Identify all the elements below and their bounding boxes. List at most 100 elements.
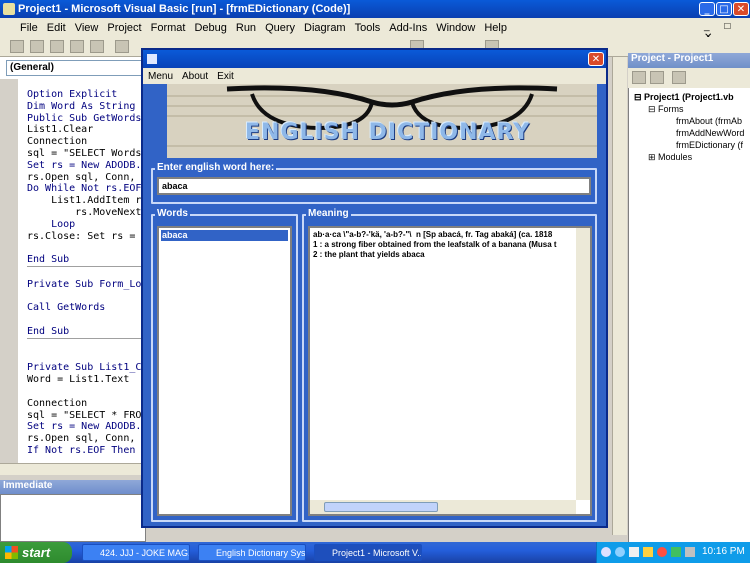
dictionary-menubar: Menu About Exit (143, 68, 606, 84)
speaker-icon[interactable] (685, 547, 695, 557)
code-editor[interactable]: Option Explicit Dim Word As String Public … (27, 89, 147, 459)
code-line: rs.MoveNext (27, 206, 142, 218)
code-line: End Sub (27, 325, 70, 337)
input-label: Enter english word here: (155, 162, 277, 173)
tree-form-item[interactable]: frmEDictionary (f (676, 140, 743, 150)
view-object-icon[interactable] (650, 71, 664, 84)
maximize-button[interactable]: □ (716, 2, 732, 16)
menu-tools[interactable]: Tools (355, 22, 381, 34)
menu-edit[interactable]: Edit (47, 22, 66, 34)
menu-project[interactable]: Project (107, 22, 141, 34)
menu-diagram[interactable]: Diagram (304, 22, 346, 34)
taskbar-item[interactable]: 424. JJJ - JOKE MAG... (82, 544, 190, 561)
code-line: List1.Clear (27, 124, 94, 136)
taskbar-item-label: Project1 - Microsoft V... (332, 547, 422, 558)
code-horizontal-scrollbar[interactable] (0, 463, 146, 475)
immediate-title: Immediate (0, 480, 146, 494)
code-line: Private Sub Form_Loa (27, 278, 147, 290)
banner-title: ENGLISH DICTIONARY (245, 120, 531, 145)
code-line: List1.AddItem rs (27, 195, 147, 207)
view-code-icon[interactable] (632, 71, 646, 84)
tray-icon[interactable] (629, 547, 639, 557)
code-line: Option Explicit (27, 89, 118, 100)
tree-form-item[interactable]: frmAbout (frmAb (676, 116, 742, 126)
cut-icon[interactable] (115, 40, 129, 53)
code-line: End Sub (27, 254, 70, 266)
menu-window[interactable]: Window (436, 22, 475, 34)
meaning-textbox[interactable]: ab·a·ca \"a-b?-'kä, 'a-b?-"\ n [Sp abacá… (308, 226, 592, 516)
code-line: rs.Open sql, Conn, a (27, 433, 147, 445)
tree-form-item[interactable]: frmAddNewWord (676, 128, 744, 138)
code-line: sql = "SELECT Words (27, 147, 142, 159)
menu-help[interactable]: Help (484, 22, 507, 34)
save-icon[interactable] (90, 40, 104, 53)
menu-editor-icon[interactable] (50, 40, 64, 53)
tray-icon[interactable] (601, 547, 611, 557)
menu-run[interactable]: Run (236, 22, 256, 34)
taskbar-item-active[interactable]: Project1 - Microsoft V... (314, 544, 422, 561)
code-line: Set rs = New ADODB.R (27, 159, 147, 171)
words-list[interactable]: abaca (157, 226, 292, 516)
menu-file[interactable]: File (20, 22, 38, 34)
code-line: sql = "SELECT * FROM (27, 409, 147, 421)
menu-about[interactable]: About (182, 71, 208, 82)
code-line: Connection (27, 397, 88, 409)
taskbar-item[interactable]: English Dictionary Sys... (198, 544, 306, 561)
code-line: Public Sub GetWords( (27, 112, 147, 124)
meaning-vertical-scrollbar[interactable] (576, 228, 590, 500)
code-line: rs.Open sql, Conn, a (27, 171, 147, 183)
tree-forms-folder[interactable]: ⊟ Forms (648, 104, 684, 115)
menu-format[interactable]: Format (151, 22, 186, 34)
code-line: Dim Word As String (27, 100, 136, 112)
tray-icon[interactable] (657, 547, 667, 557)
right-scrollbar[interactable] (612, 57, 627, 535)
code-line: Set rs = New ADODB.R (27, 421, 147, 433)
open-icon[interactable] (70, 40, 84, 53)
menu-add-ins[interactable]: Add-Ins (389, 22, 427, 34)
tree-project-root[interactable]: ⊟ Project1 (Project1.vb (634, 92, 734, 103)
meaning-label: Meaning (306, 208, 351, 219)
toggle-folders-icon[interactable] (672, 71, 686, 84)
meaning-horizontal-scrollbar[interactable] (310, 500, 576, 514)
code-margin (0, 79, 18, 463)
menu-exit[interactable]: Exit (217, 71, 234, 82)
minimize-button[interactable]: _ (699, 2, 715, 16)
tray-icon[interactable] (615, 547, 625, 557)
menu-query[interactable]: Query (265, 22, 295, 34)
vb-title-bar: Project1 - Microsoft Visual Basic [run] … (0, 0, 750, 18)
clock: 10:16 PM (702, 546, 745, 557)
add-project-icon[interactable] (10, 40, 24, 53)
add-form-icon[interactable] (30, 40, 44, 53)
meaning-text: ab·a·ca \"a-b?-'kä, 'a-b?-"\ n [Sp abacá… (313, 230, 573, 260)
list-item[interactable]: abaca (161, 230, 288, 241)
word-input[interactable]: abaca (157, 177, 591, 195)
code-line: If Not rs.EOF Then (27, 444, 136, 456)
tray-icon[interactable] (671, 547, 681, 557)
tray-icon[interactable] (643, 547, 653, 557)
start-label: start (22, 545, 51, 560)
start-button[interactable]: start (0, 542, 72, 563)
scroll-thumb[interactable] (324, 502, 438, 512)
dialog-close-button[interactable]: ✕ (588, 52, 604, 66)
menu-debug[interactable]: Debug (194, 22, 226, 34)
menu-view[interactable]: View (75, 22, 99, 34)
dictionary-banner: ENGLISH DICTIONARY (167, 84, 597, 158)
meaning-line: ab·a·ca \"a-b?-'kä, 'a-b?-"\ n [Sp abacá… (313, 230, 553, 239)
object-combo[interactable]: (General) (6, 60, 146, 76)
immediate-window[interactable] (0, 494, 146, 542)
menu-menu[interactable]: Menu (148, 71, 173, 82)
tree-form-label: frmAbout (frmAb (676, 116, 743, 126)
tree-modules-folder[interactable]: ⊞ Modules (648, 152, 692, 163)
tree-modules-label: Modules (658, 152, 693, 162)
tree-form-label: frmAddNewWord (676, 128, 745, 138)
close-button[interactable]: ✕ (733, 2, 749, 16)
code-line: Loop (27, 218, 76, 230)
taskbar-item-label: 424. JJJ - JOKE MAG... (100, 547, 190, 558)
vb-app-icon (3, 3, 15, 15)
windows-logo-icon (5, 546, 18, 559)
